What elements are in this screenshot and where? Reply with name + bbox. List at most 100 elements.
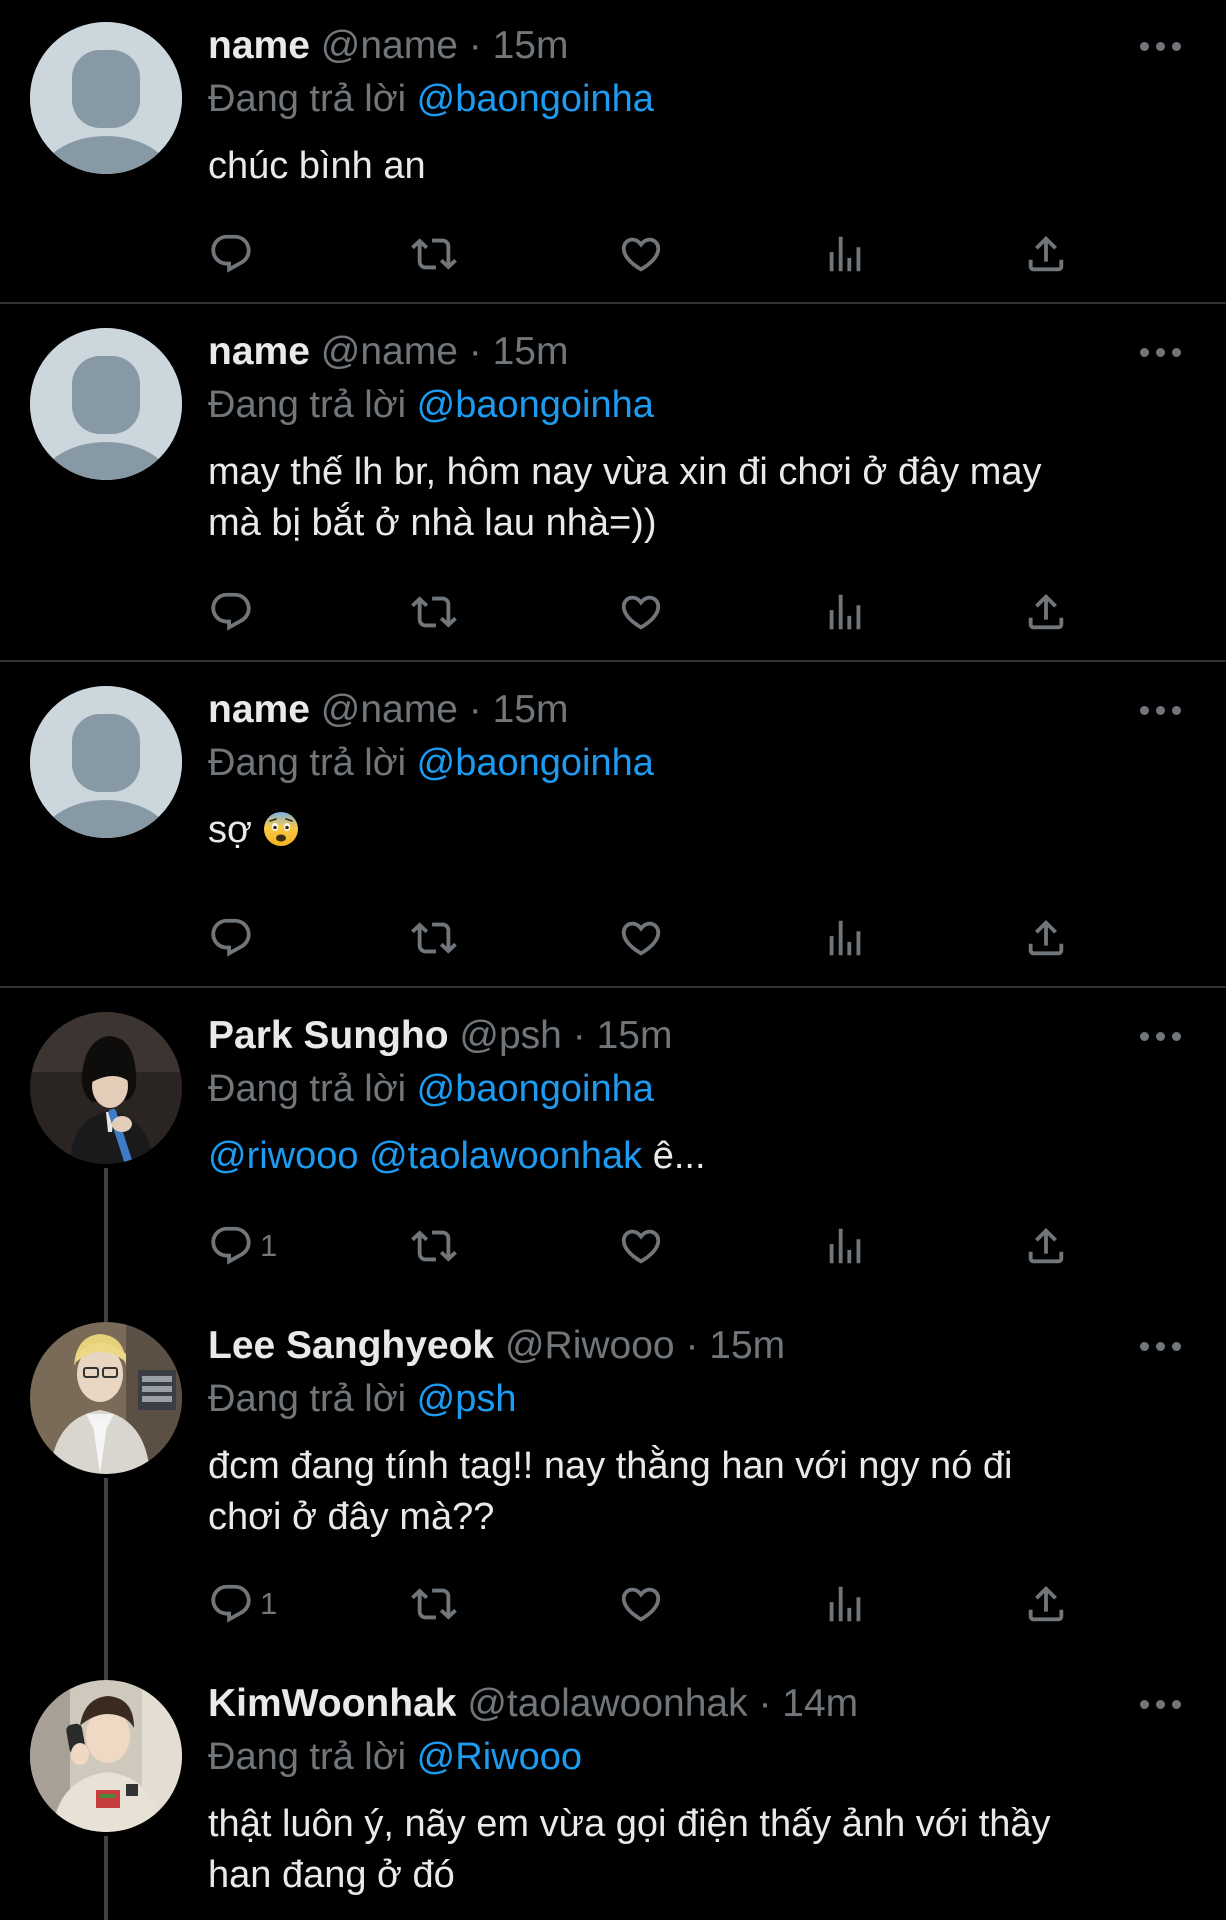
tweet-text-tail: ê...	[652, 1135, 706, 1177]
tweet-header: name @name · 15m	[208, 22, 568, 70]
author-name[interactable]: Lee Sanghyeok	[208, 1324, 494, 1367]
author-name[interactable]: Park Sungho	[208, 1014, 449, 1057]
retweet-icon	[411, 1223, 457, 1269]
heart-icon	[618, 589, 664, 635]
retweet-button[interactable]	[411, 230, 457, 278]
author-handle[interactable]: @name	[321, 330, 458, 373]
tweet-text: thật luôn ý, nãy em vừa gọi điện thấy ản…	[208, 1799, 1168, 1901]
avatar[interactable]	[30, 1012, 182, 1164]
replying-to-mention[interactable]: @baongoinha	[417, 384, 654, 426]
more-icon[interactable]	[1140, 348, 1182, 360]
share-button[interactable]	[1023, 1580, 1069, 1628]
views-button[interactable]	[822, 1222, 868, 1270]
reply-button[interactable]: 1	[208, 1580, 277, 1628]
tweet-actions: 1	[208, 1580, 1088, 1628]
author-handle[interactable]: @name	[321, 24, 458, 67]
reply-button[interactable]	[208, 588, 254, 636]
reply-button[interactable]	[208, 230, 254, 278]
like-button[interactable]	[618, 1580, 664, 1628]
replying-to-mention[interactable]: @Riwooo	[417, 1736, 582, 1778]
tweet-text-line: chơi ở đây mà??	[208, 1496, 495, 1538]
tweet-text: chúc bình an	[208, 141, 1168, 192]
share-button[interactable]	[1023, 1222, 1069, 1270]
tweet[interactable]: name @name · 15m Đang trả lời @baongoinh…	[0, 0, 1226, 302]
timestamp[interactable]: 15m	[493, 24, 569, 67]
replying-to-mention[interactable]: @psh	[417, 1378, 517, 1420]
timestamp[interactable]: 15m	[493, 330, 569, 373]
tweet[interactable]: name @name · 15m Đang trả lời @baongoinh…	[0, 662, 1226, 986]
tweet[interactable]: Lee Sanghyeok @Riwooo · 15m Đang trả lời…	[0, 1296, 1226, 1662]
retweet-button[interactable]	[411, 914, 457, 962]
views-button[interactable]	[822, 1580, 868, 1628]
share-button[interactable]	[1023, 230, 1069, 278]
share-button[interactable]	[1023, 588, 1069, 636]
retweet-button[interactable]	[411, 1222, 457, 1270]
author-handle[interactable]: @psh	[459, 1014, 561, 1057]
timestamp[interactable]: 14m	[782, 1682, 858, 1725]
avatar[interactable]	[30, 328, 182, 480]
replying-to-mention[interactable]: @baongoinha	[417, 1068, 654, 1110]
retweet-icon	[411, 589, 457, 635]
retweet-icon	[411, 231, 457, 277]
heart-icon	[618, 1223, 664, 1269]
mention-link[interactable]: @riwooo	[208, 1135, 359, 1177]
reply-button[interactable]	[208, 914, 254, 962]
share-icon	[1023, 231, 1069, 277]
views-button[interactable]	[822, 230, 868, 278]
avatar[interactable]	[30, 1680, 182, 1832]
replying-to: Đang trả lời @baongoinha	[208, 1064, 654, 1114]
like-button[interactable]	[618, 230, 664, 278]
tweet-text-line: mà bị bắt ở nhà lau nhà=))	[208, 502, 657, 544]
author-handle[interactable]: @Riwooo	[505, 1324, 675, 1367]
views-icon	[822, 1223, 868, 1269]
author-name[interactable]: name	[208, 24, 310, 67]
tweet-header: name @name · 15m	[208, 686, 568, 734]
more-icon[interactable]	[1140, 1700, 1182, 1712]
more-icon[interactable]	[1140, 706, 1182, 718]
replying-to-mention[interactable]: @baongoinha	[417, 742, 654, 784]
reply-count: 1	[260, 1228, 278, 1263]
views-button[interactable]	[822, 588, 868, 636]
avatar[interactable]	[30, 1322, 182, 1474]
separator-dot: ·	[468, 688, 482, 731]
author-name[interactable]: KimWoonhak	[208, 1682, 456, 1725]
tweet-header: Lee Sanghyeok @Riwooo · 15m	[208, 1322, 785, 1370]
tweet-text: sợ	[208, 805, 1168, 856]
share-icon	[1023, 915, 1069, 961]
like-button[interactable]	[618, 914, 664, 962]
reply-icon	[208, 1581, 254, 1627]
timestamp[interactable]: 15m	[709, 1324, 785, 1367]
timestamp[interactable]: 15m	[493, 688, 569, 731]
avatar[interactable]	[30, 686, 182, 838]
author-handle[interactable]: @name	[321, 688, 458, 731]
like-button[interactable]	[618, 588, 664, 636]
replying-to: Đang trả lời @Riwooo	[208, 1732, 582, 1782]
tweet-actions	[208, 230, 1088, 278]
heart-icon	[618, 915, 664, 961]
share-button[interactable]	[1023, 914, 1069, 962]
reply-button[interactable]: 1	[208, 1222, 277, 1270]
tweet[interactable]: KimWoonhak @taolawoonhak · 14m Đang trả …	[0, 1654, 1226, 1920]
share-icon	[1023, 1223, 1069, 1269]
author-name[interactable]: name	[208, 688, 310, 731]
more-icon[interactable]	[1140, 1342, 1182, 1354]
timestamp[interactable]: 15m	[597, 1014, 673, 1057]
views-icon	[822, 1581, 868, 1627]
mention-link[interactable]: @taolawoonhak	[369, 1135, 642, 1177]
avatar[interactable]	[30, 22, 182, 174]
like-button[interactable]	[618, 1222, 664, 1270]
separator-dot: ·	[468, 24, 482, 67]
fearful-face-emoji	[264, 812, 299, 846]
tweet[interactable]: Park Sungho @psh · 15m Đang trả lời @bao…	[0, 988, 1226, 1308]
tweet-text-line: han đang ở đó	[208, 1854, 455, 1896]
tweet[interactable]: name @name · 15m Đang trả lời @baongoinh…	[0, 304, 1226, 660]
views-button[interactable]	[822, 914, 868, 962]
retweet-button[interactable]	[411, 1580, 457, 1628]
replying-to-label: Đang trả lời	[208, 1736, 407, 1778]
author-name[interactable]: name	[208, 330, 310, 373]
author-handle[interactable]: @taolawoonhak	[467, 1682, 747, 1725]
more-icon[interactable]	[1140, 42, 1182, 54]
retweet-button[interactable]	[411, 588, 457, 636]
replying-to-mention[interactable]: @baongoinha	[417, 78, 654, 120]
more-icon[interactable]	[1140, 1032, 1182, 1044]
